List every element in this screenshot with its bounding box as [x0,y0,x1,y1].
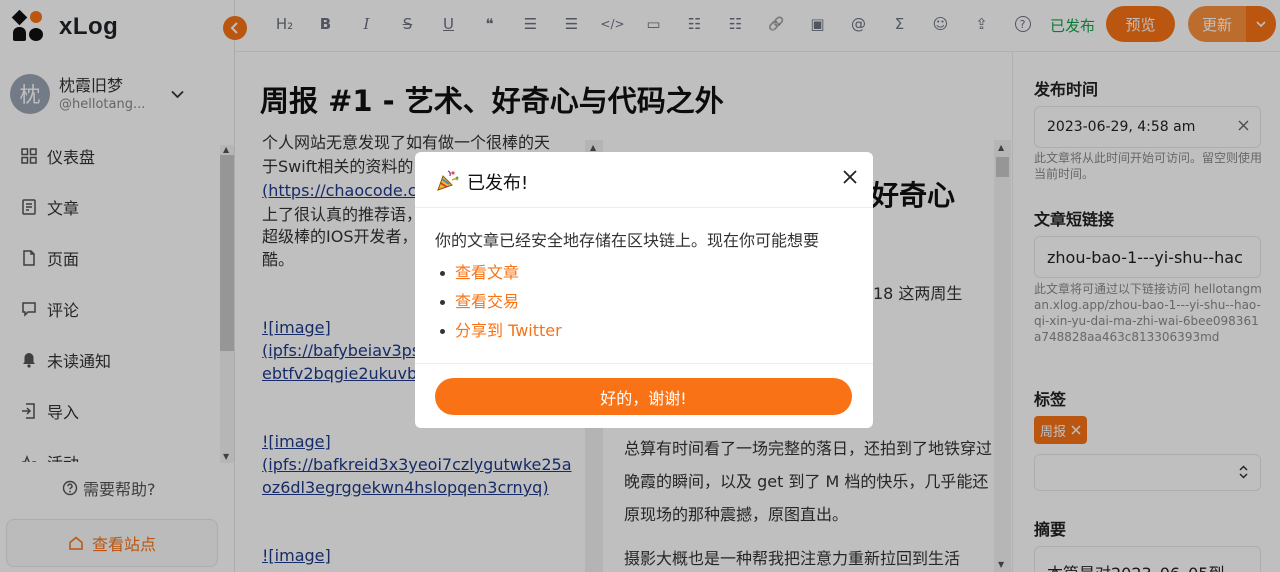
dialog-title: 已发布! [467,173,529,194]
view-transaction-link[interactable]: 查看交易 [435,287,855,316]
published-dialog: 已发布! 你的文章已经安全地存储在区块链上。现在你可能想要 查看文章 查看交易 … [415,152,873,428]
share-twitter-link[interactable]: 分享到 Twitter [435,316,855,345]
dialog-links: 查看文章 查看交易 分享到 Twitter [435,258,855,345]
dialog-body: 你的文章已经安全地存储在区块链上。现在你可能想要 查看文章 查看交易 分享到 T… [435,230,855,345]
view-post-link[interactable]: 查看文章 [435,258,855,287]
close-icon[interactable] [842,168,858,190]
dialog-message: 你的文章已经安全地存储在区块链上。现在你可能想要 [435,231,820,250]
dialog-footer: 好的，谢谢! [415,363,873,428]
confirm-button[interactable]: 好的，谢谢! [435,378,852,415]
party-popper-icon [437,170,459,191]
dialog-header: 已发布! [415,152,873,208]
